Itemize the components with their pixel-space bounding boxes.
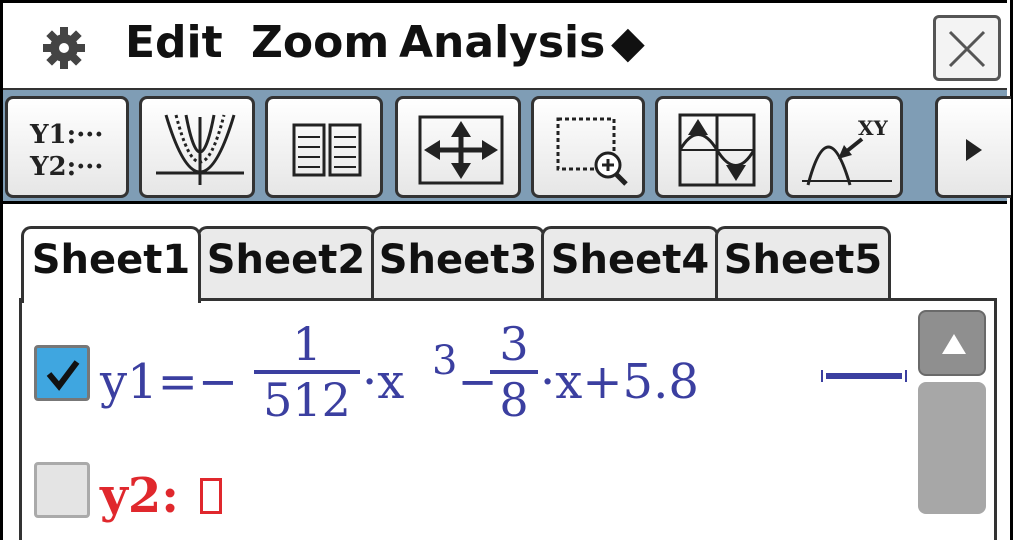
close-icon (948, 30, 986, 68)
y2-label[interactable]: y2: (100, 468, 179, 524)
tab-sheet2[interactable]: Sheet2 (197, 226, 375, 300)
gear-icon[interactable] (41, 25, 87, 71)
trace-xy-label: XY (858, 116, 889, 140)
play-right-icon (966, 139, 982, 161)
tab-sheet1[interactable]: Sheet1 (21, 226, 201, 303)
more-button[interactable] (935, 96, 1011, 198)
arrows-curve-icon (678, 113, 756, 187)
exponent-value: 3 (432, 338, 458, 384)
pan-button[interactable] (395, 96, 521, 198)
check-icon (46, 360, 80, 391)
input-cursor (200, 478, 222, 514)
four-arrows-icon (418, 115, 504, 185)
fraction-denominator: 512 (263, 373, 351, 427)
fraction-numerator: 1 (292, 317, 322, 371)
fraction-denominator: 8 (499, 373, 529, 427)
menu-bar: Edit Zoom Analysis ◆ (3, 0, 1007, 88)
trace-button[interactable]: XY (785, 96, 903, 198)
tab-sheet4[interactable]: Sheet4 (541, 226, 719, 300)
y1-lhs: y1=− (100, 354, 239, 410)
menu-edit[interactable]: Edit (125, 17, 223, 68)
scroll-up-button[interactable] (918, 310, 986, 376)
y1-checkbox[interactable] (34, 345, 90, 401)
close-button[interactable] (933, 15, 1001, 81)
menu-zoom[interactable]: Zoom (251, 17, 389, 68)
line-style-icon[interactable] (818, 366, 910, 386)
y1-y2-list-icon: Y1:··· Y2:··· (29, 120, 103, 182)
graph-family-icon (156, 114, 244, 185)
tab-sheet3[interactable]: Sheet3 (371, 226, 545, 300)
fraction-3-8: 3 8 (488, 318, 540, 426)
zoom-box-icon (556, 117, 628, 186)
menu-analysis[interactable]: Analysis (399, 17, 605, 68)
fraction-1-512: 1 512 (252, 318, 362, 426)
y1-text: Y1:··· (29, 120, 103, 150)
table-icon (292, 123, 362, 177)
graph-editor-button[interactable]: Y1:··· Y2:··· (5, 96, 129, 198)
zoom-box-button[interactable] (531, 96, 645, 198)
x-term: ·x (362, 354, 405, 410)
fraction-numerator: 3 (499, 317, 529, 371)
tab-sheet5[interactable]: Sheet5 (715, 226, 891, 300)
y2-checkbox[interactable] (34, 462, 90, 518)
y2-text: Y2:··· (29, 152, 103, 182)
trace-xy-icon: XY (802, 116, 892, 186)
graph-window-button[interactable] (139, 96, 255, 198)
triangle-up-icon (942, 334, 966, 354)
table-button[interactable] (265, 96, 383, 198)
resize-button[interactable] (655, 96, 773, 198)
toolbar: Y1:··· Y2:··· XY (3, 88, 1011, 204)
equation-tail: ·x+5.8 (540, 354, 699, 410)
scrollbar-track[interactable] (918, 382, 986, 514)
menu-diamond[interactable]: ◆ (611, 17, 645, 68)
